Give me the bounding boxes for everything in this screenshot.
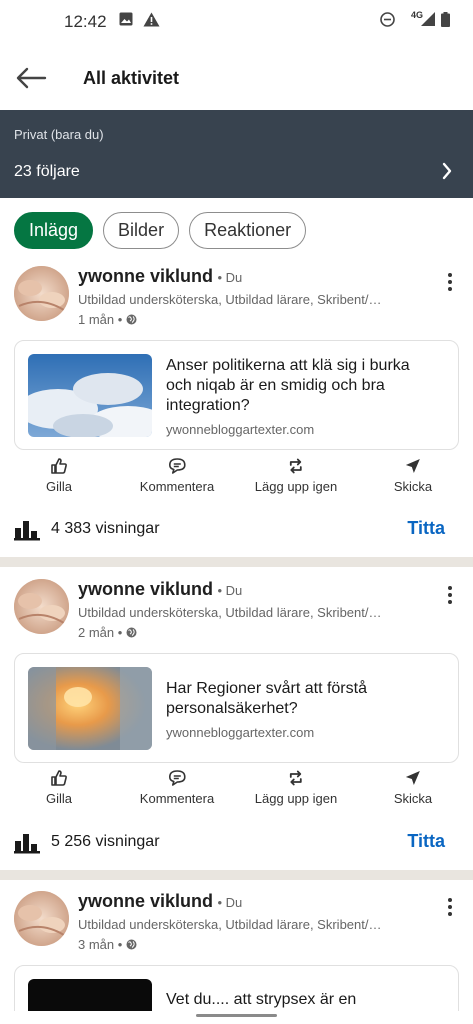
tab-images[interactable]: Bilder: [103, 212, 180, 249]
dnd-icon: [380, 12, 395, 27]
like-button[interactable]: Gilla: [46, 769, 72, 808]
repost-label: Lägg upp igen: [254, 791, 338, 806]
comment-label: Kommentera: [139, 479, 215, 494]
link-source: ywonnebloggartexter.com: [166, 725, 315, 740]
privacy-label: Privat (bara du): [14, 127, 104, 142]
post-time: 2 mån •: [78, 625, 123, 640]
analytics-icon: [14, 834, 40, 854]
send-button[interactable]: Skicka: [394, 457, 432, 496]
comment-label: Kommentera: [139, 791, 215, 806]
battery-icon: [441, 12, 450, 27]
link-card[interactable]: Vet du.... att strypsex är en: [14, 965, 459, 1011]
author-name[interactable]: ywonne viklund: [78, 891, 213, 911]
view-analytics-link[interactable]: Titta: [407, 831, 445, 852]
comment-icon: [168, 458, 186, 474]
link-source: ywonnebloggartexter.com: [166, 422, 315, 437]
page-title: All aktivitet: [83, 68, 180, 88]
tab-posts[interactable]: Inlägg: [14, 212, 94, 249]
send-icon: [405, 771, 420, 785]
repost-label: Lägg upp igen: [254, 479, 338, 494]
comment-button[interactable]: Kommentera: [140, 769, 214, 808]
author-badge: • Du: [217, 583, 243, 598]
link-title: Anser politikerna att klä sig i burka oc…: [166, 357, 410, 414]
like-label: Gilla: [45, 791, 73, 806]
action-bar: Gilla Kommentera Lägg upp igen Skicka: [0, 769, 473, 819]
chevron-right-icon: [442, 162, 452, 180]
view-analytics-link[interactable]: Titta: [407, 518, 445, 539]
post-card: ywonne viklund • Du Utbildad undersköter…: [0, 266, 473, 556]
home-indicator[interactable]: [196, 1014, 277, 1017]
more-options-icon[interactable]: [444, 585, 456, 605]
author-headline: Utbildad undersköterska, Utbildad lärare…: [78, 605, 382, 620]
thumbs-up-icon: [51, 458, 67, 474]
comment-button[interactable]: Kommentera: [140, 457, 214, 496]
post-time: 1 mån •: [78, 312, 123, 327]
link-title: Vet du.... att strypsex är en: [166, 991, 357, 1008]
author-badge: • Du: [217, 895, 243, 910]
views-count: 5 256 visningar: [51, 833, 160, 850]
link-thumbnail: [28, 979, 152, 1011]
repost-button[interactable]: Lägg upp igen: [255, 769, 337, 808]
send-label: Skicka: [393, 791, 433, 806]
repost-icon: [290, 458, 302, 474]
like-button[interactable]: Gilla: [46, 457, 72, 496]
signal-icon: [421, 12, 435, 26]
avatar[interactable]: [14, 891, 69, 946]
author-name[interactable]: ywonne viklund: [78, 266, 213, 286]
gallery-icon: [119, 12, 133, 26]
author-name[interactable]: ywonne viklund: [78, 579, 213, 599]
more-options-icon[interactable]: [444, 897, 456, 917]
post-meta: 3 mån •: [78, 937, 137, 952]
repost-icon: [290, 770, 302, 786]
post-card: ywonne viklund • Du Utbildad undersköter…: [0, 579, 473, 869]
post-meta: 2 mån •: [78, 625, 137, 640]
more-options-icon[interactable]: [444, 272, 456, 292]
author-badge: • Du: [217, 270, 243, 285]
globe-icon: [126, 314, 137, 325]
tab-reactions[interactable]: Reaktioner: [189, 212, 307, 249]
status-time: 12:42: [64, 12, 107, 31]
author-headline: Utbildad undersköterska, Utbildad lärare…: [78, 917, 382, 932]
post-card: ywonne viklund • Du Utbildad undersköter…: [0, 891, 473, 1011]
warning-icon: [143, 12, 160, 27]
like-label: Gilla: [45, 479, 73, 494]
views-count: 4 383 visningar: [51, 520, 160, 537]
send-icon: [405, 459, 420, 473]
filter-tabs: Inlägg Bilder Reaktioner: [14, 212, 307, 249]
avatar[interactable]: [14, 579, 69, 634]
avatar[interactable]: [14, 266, 69, 321]
app-header: All aktivitet: [0, 44, 473, 110]
link-title: Har Regioner svårt att förstå personalsä…: [166, 680, 367, 717]
action-bar: Gilla Kommentera Lägg upp igen Skicka: [0, 457, 473, 507]
post-divider: [0, 870, 473, 880]
send-label: Skicka: [393, 479, 433, 494]
status-bar: 12:42 4G: [0, 0, 473, 44]
post-divider: [0, 557, 473, 567]
send-button[interactable]: Skicka: [394, 769, 432, 808]
link-thumbnail: [28, 667, 152, 750]
post-meta: 1 mån •: [78, 312, 137, 327]
link-card[interactable]: Anser politikerna att klä sig i burka oc…: [14, 340, 459, 450]
globe-icon: [126, 627, 137, 638]
post-stats: 4 383 visningar Titta: [0, 517, 473, 547]
followers-count: 23 följare: [14, 163, 80, 180]
comment-icon: [168, 770, 186, 786]
repost-button[interactable]: Lägg upp igen: [255, 457, 337, 496]
followers-banner[interactable]: Privat (bara du) 23 följare: [0, 110, 473, 198]
analytics-icon: [14, 521, 40, 541]
author-headline: Utbildad undersköterska, Utbildad lärare…: [78, 292, 382, 307]
link-card[interactable]: Har Regioner svårt att förstå personalsä…: [14, 653, 459, 763]
thumbs-up-icon: [51, 770, 67, 786]
link-thumbnail: [28, 354, 152, 437]
post-stats: 5 256 visningar Titta: [0, 830, 473, 860]
globe-icon: [126, 939, 137, 950]
post-time: 3 mån •: [78, 937, 123, 952]
arrow-left-icon[interactable]: [14, 64, 48, 92]
